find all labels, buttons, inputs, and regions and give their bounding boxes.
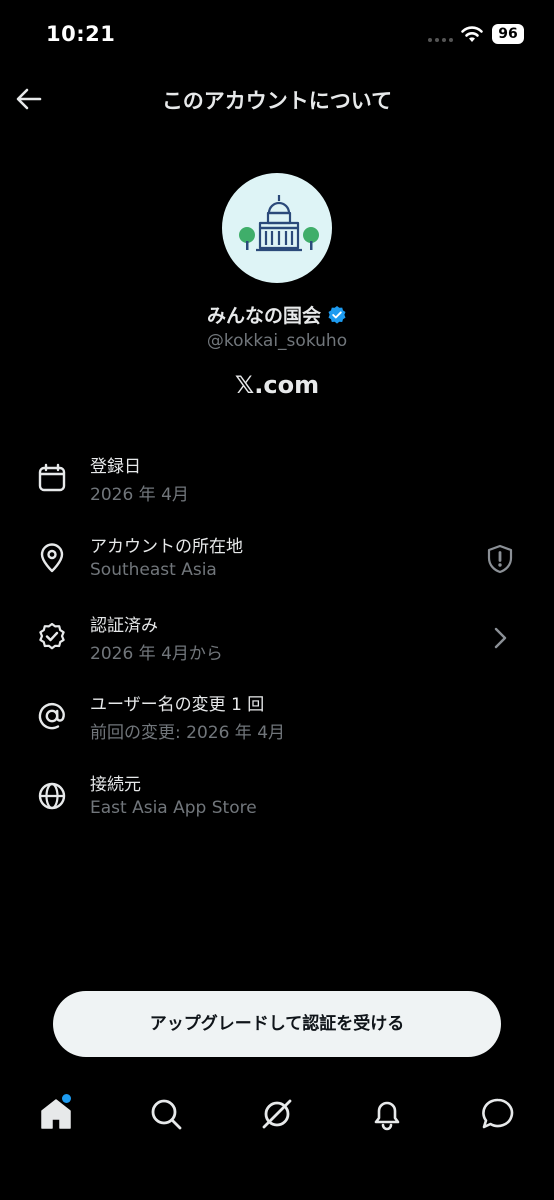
status-bar: 10:21 96 <box>0 0 554 70</box>
display-name: みんなの国会 <box>206 305 321 327</box>
info-value: 前回の変更: 2026 年 4月 <box>90 723 286 743</box>
about-account-screen: 10:21 96 このアカウントについて みんなの国会 @kokkai_soku… <box>0 0 554 1200</box>
verified-badge-icon <box>39 622 65 650</box>
header: このアカウントについて <box>0 70 554 128</box>
cellular-signal-icon <box>428 38 453 42</box>
info-username-changes: ユーザー名の変更 1 回 前回の変更: 2026 年 4月 <box>0 690 554 754</box>
info-title: 登録日 <box>90 457 141 477</box>
info-joined-date: 登録日 2026 年 4月 <box>0 452 554 516</box>
info-title: ユーザー名の変更 1 回 <box>90 695 265 715</box>
nav-grok[interactable] <box>257 1094 297 1134</box>
page-title: このアカウントについて <box>161 89 393 113</box>
avatar[interactable] <box>220 171 334 285</box>
info-value: East Asia App Store <box>90 798 257 818</box>
info-verified[interactable]: 認証済み 2026 年 4月から <box>0 611 554 675</box>
info-value: 2026 年 4月 <box>90 485 189 505</box>
notifications-icon <box>374 1101 400 1131</box>
nav-notifications[interactable] <box>367 1094 407 1134</box>
info-title: 接続元 <box>90 775 141 795</box>
info-title: 認証済み <box>90 616 158 636</box>
nav-search[interactable] <box>146 1094 186 1134</box>
verified-badge-icon <box>328 305 346 324</box>
search-icon <box>151 1099 182 1130</box>
diet-building-logo-icon <box>239 195 319 252</box>
info-title: アカウントの所在地 <box>90 537 243 557</box>
messages-icon <box>482 1098 514 1129</box>
at-sign-icon <box>38 703 65 730</box>
chevron-right-icon[interactable] <box>484 622 516 654</box>
status-time: 10:21 <box>46 22 116 46</box>
info-value: Southeast Asia <box>90 560 217 580</box>
info-connected-via: 接続元 East Asia App Store <box>0 770 554 834</box>
unread-indicator <box>62 1094 71 1103</box>
battery-level: 96 <box>492 24 524 44</box>
x-com-label: 𝕏.com <box>234 371 320 399</box>
location-pin-icon <box>40 543 64 573</box>
nav-messages[interactable] <box>478 1094 518 1134</box>
handle: @kokkai_sokuho <box>206 331 348 351</box>
info-account-location: アカウントの所在地 Southeast Asia <box>0 532 554 596</box>
upgrade-verification-button[interactable]: アップグレードして認証を受ける <box>53 991 501 1057</box>
name-row: みんなの国会 <box>0 301 554 328</box>
calendar-icon <box>38 463 66 492</box>
grok-icon <box>262 1099 292 1129</box>
globe-icon <box>38 782 66 810</box>
bottom-navigation <box>0 1080 554 1160</box>
wifi-icon <box>461 26 483 42</box>
info-value: 2026 年 4月から <box>90 644 223 664</box>
shield-alert-icon[interactable] <box>484 543 516 575</box>
